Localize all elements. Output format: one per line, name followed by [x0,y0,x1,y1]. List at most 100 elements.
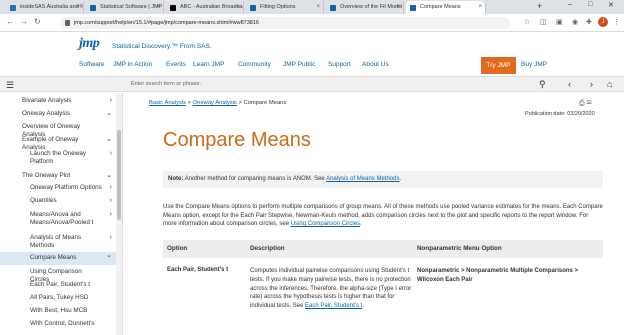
col-option: Option [167,245,188,252]
tab-label: Overview of the Fit Model Pl... [340,4,403,10]
browser-tab-2[interactable]: ABC - Australian Broadcastin...× [166,1,244,14]
nav-support[interactable]: Support [328,61,351,68]
maximize-button[interactable]: □ [588,1,592,8]
intro-text: Use the Compare Means options to perform… [163,204,603,227]
sidebar-item-13[interactable]: All Pairs, Tukey HSD [0,294,116,303]
tab-close-icon[interactable]: × [76,1,80,14]
chevron-icon[interactable]: ⌄ [106,252,112,260]
nav-community[interactable]: Community [238,61,271,68]
chevron-icon[interactable]: › [110,234,112,242]
tab-close-icon[interactable]: × [478,1,482,14]
nav-about-us[interactable]: About Us [362,61,389,68]
tab-label: Statistical Software | JMP Sof... [100,4,163,10]
sidebar-item-4[interactable]: Launch the Oneway Platform › [0,150,116,168]
extension-icon-2[interactable]: ▣ [556,18,563,26]
chevron-icon[interactable]: › [110,211,112,219]
row-description-end: . [362,303,364,310]
forward-icon[interactable]: → [20,17,28,26]
favicon-icon [410,5,416,11]
breadcrumb-sep: > [186,100,193,106]
publication-date: Publication date: 03/20/2020 [525,111,595,117]
breadcrumb-basic-analysis[interactable]: Basic Analysis [149,100,186,106]
tab-close-icon[interactable]: × [316,1,320,14]
browser-tab-1[interactable]: Statistical Software | JMP Sof...× [86,1,164,14]
puzzle-icon[interactable]: ✚ [586,18,592,26]
nav-software[interactable]: Software [79,61,105,68]
sidebar-item-label: Oneway Platform Options [30,184,102,191]
chevron-icon[interactable]: ⌄ [106,172,112,180]
sidebar-item-label: Launch the Oneway Platform [30,150,87,165]
sidebar-item-2[interactable]: Overview of Oneway Analysis [0,123,116,138]
reload-icon[interactable]: ↻ [34,17,41,26]
sidebar-item-7[interactable]: Quantiles › [0,197,116,206]
search-icon[interactable]: ⚲ [539,79,546,90]
sidebar-item-10[interactable]: Compare Means ⌄ [0,252,116,265]
back-icon[interactable]: ← [6,17,14,26]
chevron-icon[interactable]: ⌄ [106,110,112,118]
sidebar-item-9[interactable]: Analysis of Means Methods › [0,234,116,252]
email-icon[interactable]: ✉ [587,100,592,107]
sidebar-item-8[interactable]: Means/Anova and Means/Anova/Pooled t › [0,211,116,229]
row-nonparametric: Nonparametric > Nonparametric Multiple C… [417,268,579,283]
new-tab-button[interactable]: + [537,1,542,11]
profile-avatar[interactable]: J [598,17,608,27]
browser-tab-5[interactable]: Compare Means × [406,1,486,14]
sidebar-item-12[interactable]: Each Pair, Student's t [0,281,116,290]
intro-paragraph: Use the Compare Means options to perform… [163,203,603,229]
breadcrumb-oneway-analysis[interactable]: Oneway Analysis [193,100,237,106]
chevron-icon[interactable]: › [110,184,112,192]
url-input[interactable]: jmp.com/support/help/en/15.1/#page/jmp/c… [60,17,510,29]
tab-close-icon[interactable]: × [156,1,160,14]
star-icon[interactable]: ☆ [524,18,530,26]
sidebar-item-11[interactable]: Using Comparison Circles [0,268,116,283]
chevron-icon[interactable]: › [110,97,112,105]
tab-label: ABC - Australian Broadcastin... [180,4,243,10]
sidebar-item-15[interactable]: With Control, Dunnett's [0,320,116,329]
try-jmp-button[interactable]: Try JMP [481,57,516,74]
hamburger-menu-icon[interactable]: ☰ [6,80,14,91]
sidebar-item-14[interactable]: With Best, Hsu MCB [0,307,116,316]
sidebar-item-label: With Best, Hsu MCB [30,307,88,314]
browser-tab-3[interactable]: Fitting Options × [246,1,324,14]
page-title: Compare Means [163,129,311,151]
minimize-button[interactable]: – [568,1,572,8]
next-page-icon[interactable]: › [590,79,593,89]
extension-icon-3[interactable]: ◉ [572,18,578,26]
jmp-logo[interactable]: jmp [79,36,100,52]
favicon-icon [330,5,336,11]
home-icon[interactable]: ⌂ [607,79,612,89]
close-window-button[interactable]: ✕ [608,1,614,9]
row-description-link[interactable]: Each Pair, Student's t [305,303,362,309]
chevron-icon[interactable]: › [110,150,112,158]
sidebar-item-0[interactable]: Bivariate Analysis › [0,97,116,106]
page-actions: ⎙ ✉ [579,100,591,108]
nav-jmp-in-action[interactable]: JMP in Action [113,61,152,68]
help-search-bar: ☰ Enter search term or phrase. ⚲ ‹ › ⌂ [0,76,624,92]
nav-learn-jmp[interactable]: Learn JMP [193,61,224,68]
sidebar-item-label: With Control, Dunnett's [30,320,95,327]
sidebar-item-1[interactable]: Oneway Analysis ⌄ [0,110,116,119]
col-nonparametric: Nonparametric Menu Option [417,245,502,252]
browser-tab-0[interactable]: insideSAS Australia and New...× [6,1,84,14]
chevron-icon[interactable]: › [110,197,112,205]
intro-link[interactable]: Using Comparison Circles [291,221,360,227]
browser-tab-4[interactable]: Overview of the Fit Model Pl...× [326,1,404,14]
search-input[interactable]: Enter search term or phrase. [131,81,201,87]
print-icon[interactable]: ⎙ [579,100,585,107]
nav-jmp-public[interactable]: JMP Public [283,61,315,68]
sidebar-item-5[interactable]: The Oneway Plot ⌄ [0,172,116,181]
prev-page-icon[interactable]: ‹ [568,79,571,89]
sidebar-scroll-thumb[interactable] [117,130,121,220]
menu-dots-icon[interactable]: ⋮ [613,18,620,26]
nav-events[interactable]: Events [166,61,186,68]
tab-close-icon[interactable]: × [236,1,240,14]
toc-sidebar: Bivariate Analysis › Oneway Analysis ⌄ Overv… [0,93,123,335]
sidebar-item-3[interactable]: Example of Oneway Analysis ⌄ [0,136,116,151]
extension-icon[interactable]: ◫ [540,18,547,26]
sidebar-item-6[interactable]: Oneway Platform Options › [0,184,116,193]
table-header: Option Description Nonparametric Menu Op… [163,240,603,258]
chevron-icon[interactable]: ⌄ [106,136,112,144]
tab-close-icon[interactable]: × [396,1,400,14]
buy-jmp-link[interactable]: Buy JMP [521,61,547,68]
note-link[interactable]: Analysis of Means Methods [326,176,399,182]
